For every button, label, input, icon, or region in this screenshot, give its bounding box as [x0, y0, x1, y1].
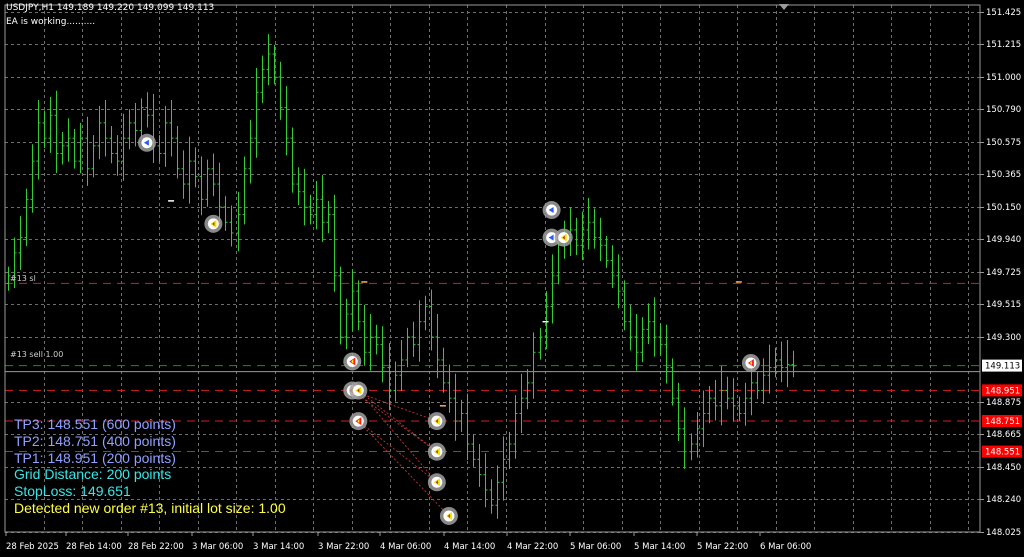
- trade-marker-yellow[interactable]: [439, 506, 458, 525]
- trade-marker-yellow[interactable]: [427, 473, 446, 492]
- trade-marker-blue[interactable]: [542, 201, 561, 220]
- trade-marker-red[interactable]: [349, 412, 368, 431]
- symbol-ohlc-header: USDJPY,H1 149.189 149.220 149.099 149.11…: [6, 3, 215, 13]
- trade-marker-yellow[interactable]: [427, 442, 446, 461]
- price-axis-label: 148.450: [986, 463, 1021, 473]
- time-axis-label: 4 Mar 06:00: [380, 542, 431, 552]
- time-axis-label: 3 Mar 14:00: [253, 542, 304, 552]
- time-axis-label: 5 Mar 06:00: [570, 542, 621, 552]
- time-axis-label: 4 Mar 22:00: [507, 542, 558, 552]
- time-axis-label: 5 Mar 14:00: [634, 542, 685, 552]
- time-axis-label: 3 Mar 06:00: [192, 542, 243, 552]
- time-axis-label: 28 Feb 22:00: [128, 542, 184, 552]
- info-line-stoploss: StopLoss: 149.651: [14, 483, 131, 499]
- price-axis-label: 148.665: [986, 430, 1021, 440]
- time-axis-label: 28 Feb 14:00: [66, 542, 122, 552]
- price-axis-label: 148.025: [986, 528, 1021, 538]
- price-axis-label: 149.300: [986, 333, 1021, 343]
- price-axis-label: 149.725: [986, 268, 1021, 278]
- tp-price-badge-label: 148.951: [985, 386, 1020, 396]
- time-axis-label: 6 Mar 06:00: [760, 542, 811, 552]
- price-axis-label: 151.000: [986, 73, 1021, 83]
- tp-price-badge-label: 148.551: [985, 448, 1020, 458]
- info-line-detected-order: Detected new order #13, initial lot size…: [14, 500, 286, 516]
- entry-line-label: #13 sell 1.00: [10, 350, 64, 359]
- trade-marker-red[interactable]: [741, 354, 760, 372]
- price-axis-label: 151.215: [986, 40, 1021, 50]
- time-axis-label: 28 Feb 2025: [6, 542, 59, 552]
- time-axis-label: 5 Mar 22:00: [697, 542, 748, 552]
- price-axis-label: 149.515: [986, 300, 1021, 310]
- stoploss-line-label: #13 sl: [10, 274, 36, 283]
- time-axis-label: 4 Mar 14:00: [444, 542, 495, 552]
- price-axis-label: 150.150: [986, 203, 1021, 213]
- trade-marker-yellow[interactable]: [554, 228, 573, 247]
- current-price-label: 149.113: [985, 362, 1020, 372]
- price-axis-label: 151.425: [986, 8, 1021, 18]
- trade-marker-red[interactable]: [343, 352, 362, 371]
- price-axis-label: 148.875: [986, 398, 1021, 408]
- info-line-tp2: TP2: 148.751 (400 points): [14, 433, 176, 449]
- time-axis-label: 3 Mar 22:00: [318, 542, 369, 552]
- ea-status-text: EA is working..........: [6, 17, 96, 27]
- price-axis-label: 150.365: [986, 170, 1021, 180]
- info-line-grid-distance: Grid Distance: 200 points: [14, 466, 172, 482]
- info-line-tp1: TP1: 148.951 (200 points): [14, 450, 176, 466]
- info-line-tp3: TP3: 148.551 (600 points): [14, 416, 176, 432]
- price-axis-label: 148.240: [986, 495, 1021, 505]
- price-axis-label: 149.940: [986, 235, 1021, 245]
- price-axis-label: 150.790: [986, 105, 1021, 115]
- trade-marker-yellow[interactable]: [349, 381, 368, 400]
- trade-marker-blue[interactable]: [137, 133, 156, 152]
- tp-price-badge-label: 148.751: [985, 417, 1020, 427]
- trade-marker-yellow[interactable]: [204, 214, 223, 233]
- price-axis-label: 150.575: [986, 138, 1021, 148]
- trade-marker-yellow[interactable]: [427, 412, 446, 431]
